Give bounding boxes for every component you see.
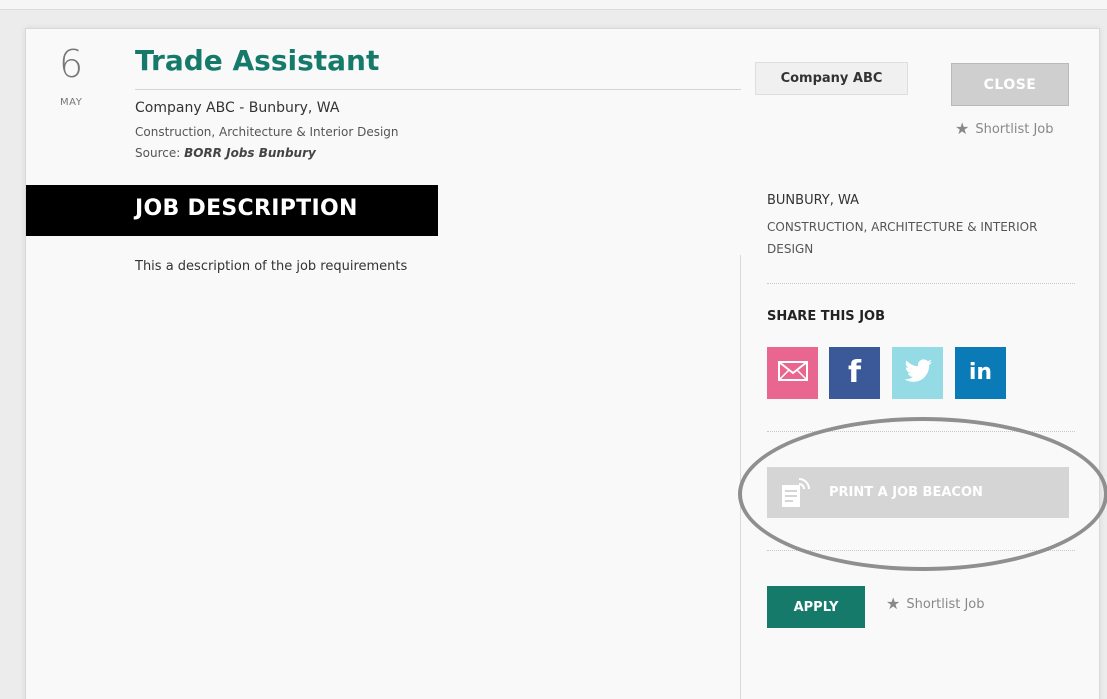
source-name: BORR Jobs Bunbury [184,146,316,160]
shortlist-job-link-top[interactable]: ★ Shortlist Job [955,121,1054,137]
facebook-icon: f [847,355,862,390]
job-description-header: JOB DESCRIPTION [26,185,438,236]
job-category: Construction, Architecture & Interior De… [135,125,399,139]
shortlist-label: Shortlist Job [906,596,985,612]
job-title: Trade Assistant [135,44,380,77]
company-location: Company ABC - Bunbury, WA [135,100,340,116]
share-facebook-button[interactable]: f [829,347,880,399]
share-twitter-button[interactable] [892,347,943,399]
share-title: SHARE THIS JOB [767,309,885,324]
beacon-icon [779,475,813,513]
source-label: Source: [135,146,181,160]
title-divider [135,89,741,90]
email-icon [777,361,808,385]
sidebar-location: BUNBURY, WA [767,193,860,208]
linkedin-icon: in [968,360,993,385]
column-divider [740,255,741,699]
posted-day: 6 [59,42,84,86]
divider [767,283,1075,284]
job-description-text: This a description of the job requiremen… [135,259,408,274]
star-icon: ★ [886,594,901,613]
shortlist-job-link-bottom[interactable]: ★ Shortlist Job [886,596,985,612]
close-button[interactable]: CLOSE [951,63,1069,106]
company-badge: Company ABC [755,62,908,95]
divider [767,550,1075,551]
job-detail-card: 6 MAY Trade Assistant Company ABC - Bunb… [25,28,1107,699]
sidebar-category: CONSTRUCTION, ARCHITECTURE & INTERIOR DE… [767,220,1038,256]
posted-month: MAY [60,97,83,108]
share-email-button[interactable] [767,347,818,399]
share-linkedin-button[interactable]: in [955,347,1006,399]
star-icon: ★ [955,119,970,138]
apply-button[interactable]: APPLY [767,586,865,628]
shortlist-label: Shortlist Job [975,121,1054,137]
twitter-icon [903,359,933,387]
job-source: Source: BORR Jobs Bunbury [135,146,316,160]
top-strip [0,0,1107,10]
job-description-heading: JOB DESCRIPTION [135,196,358,221]
beacon-label: PRINT A JOB BEACON [829,485,983,500]
print-job-beacon-button[interactable]: PRINT A JOB BEACON [767,467,1069,518]
divider [767,431,1075,432]
